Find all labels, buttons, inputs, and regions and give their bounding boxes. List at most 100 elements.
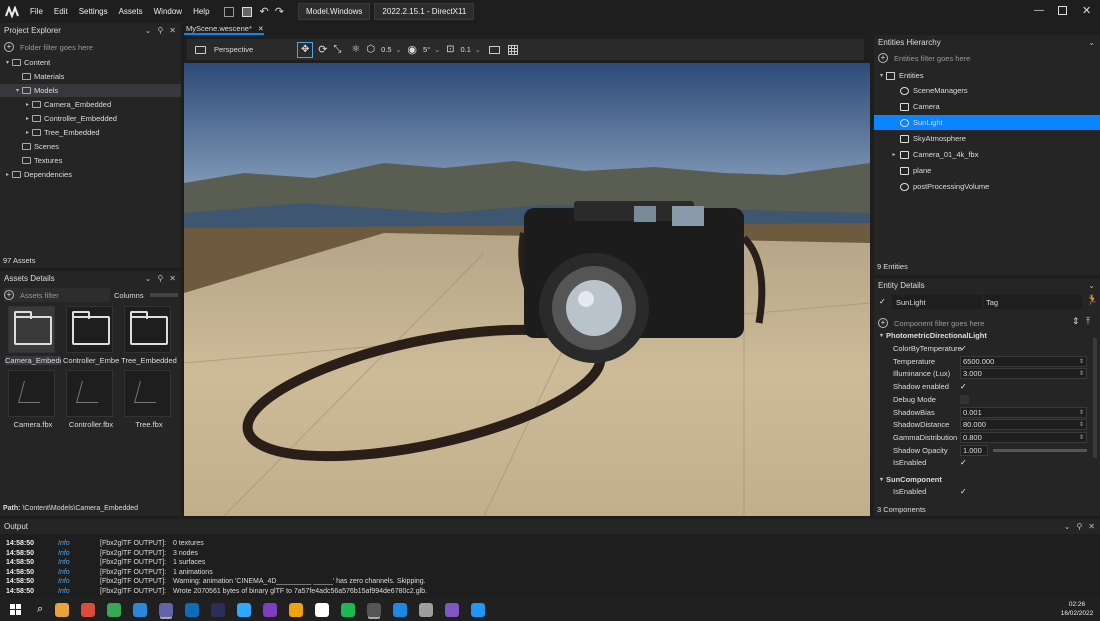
- chevron-down-icon[interactable]: ▾: [877, 476, 886, 483]
- chevron-down-icon[interactable]: ⌄: [145, 274, 152, 283]
- property-checkbox[interactable]: ✓: [960, 344, 969, 353]
- tree-item[interactable]: Scenes: [0, 140, 181, 153]
- scale-tool-icon[interactable]: ⤡: [333, 44, 341, 55]
- pin-icon[interactable]: ⚲: [1076, 522, 1082, 531]
- chevron-down-icon[interactable]: ⌄: [1088, 281, 1095, 290]
- assets-filter-input[interactable]: Assets filter: [20, 291, 59, 300]
- property-value-input[interactable]: 3.000 ⇕: [960, 368, 1087, 380]
- runner-icon[interactable]: 🏃: [1086, 295, 1098, 306]
- menu-edit[interactable]: Edit: [54, 7, 68, 16]
- component-filter[interactable]: + Component filter goes here: [878, 316, 1068, 330]
- grid-icon[interactable]: [507, 44, 518, 55]
- entity-item[interactable]: SceneManagers: [874, 83, 1100, 98]
- expand-all-icon[interactable]: ⇕: [1072, 316, 1080, 327]
- taskbar-app-icon[interactable]: [55, 602, 70, 617]
- entities-root[interactable]: ▾ Entities: [874, 69, 1100, 82]
- close-icon[interactable]: ✕: [1088, 522, 1095, 531]
- entity-enabled-checkbox[interactable]: ✓: [879, 297, 886, 306]
- grid-snap-value[interactable]: 0.1: [460, 45, 470, 54]
- entity-item[interactable]: ▸ Camera_01_4k_fbx: [874, 147, 1100, 162]
- spinner-icon[interactable]: ⇕: [1079, 434, 1084, 441]
- windows-start-icon[interactable]: [10, 604, 21, 615]
- columns-button[interactable]: Columns: [114, 291, 144, 300]
- taskbar-app-icon[interactable]: [445, 602, 460, 617]
- entities-filter[interactable]: + Entities filter goes here: [878, 51, 1096, 65]
- add-icon[interactable]: +: [4, 42, 14, 52]
- rotate-snap-value[interactable]: 5°: [423, 45, 430, 54]
- chevron-down-icon[interactable]: ⌄: [1088, 38, 1095, 47]
- save-all-icon[interactable]: [241, 6, 252, 17]
- entity-item[interactable]: SkyAtmosphere: [874, 131, 1100, 146]
- chevron-down-icon[interactable]: ⌄: [475, 46, 481, 54]
- menu-help[interactable]: Help: [193, 7, 209, 16]
- scene-tab[interactable]: MyScene.wescene* ✕: [184, 24, 264, 35]
- rotate-snap-icon[interactable]: ◉: [407, 43, 417, 56]
- camera-icon[interactable]: [195, 45, 206, 54]
- asset-thumbnail[interactable]: [66, 306, 113, 353]
- taskbar-app-icon[interactable]: [315, 602, 330, 617]
- tree-item[interactable]: ▸ Camera_Embedded: [0, 98, 181, 111]
- asset-thumbnail[interactable]: [8, 370, 55, 417]
- entity-item[interactable]: plane: [874, 163, 1100, 178]
- taskbar-app-icon[interactable]: [289, 602, 304, 617]
- property-checkbox[interactable]: ✓: [960, 458, 969, 467]
- folder-filter[interactable]: + Folder filter goes here: [4, 40, 176, 54]
- tree-item[interactable]: Materials: [0, 70, 181, 83]
- property-checkbox[interactable]: [960, 394, 969, 404]
- menu-window[interactable]: Window: [154, 7, 182, 16]
- taskbar-app-icon[interactable]: [263, 602, 278, 617]
- chevron-right-icon[interactable]: ▸: [888, 151, 900, 158]
- redo-icon[interactable]: ↷: [275, 5, 284, 18]
- menu-assets[interactable]: Assets: [119, 7, 143, 16]
- menu-file[interactable]: File: [30, 7, 43, 16]
- tree-item[interactable]: ▸ Tree_Embedded: [0, 126, 181, 139]
- pin-icon[interactable]: ⚲: [157, 274, 163, 283]
- entity-item[interactable]: Camera: [874, 99, 1100, 114]
- chevron-right-icon[interactable]: ▸: [23, 101, 32, 108]
- entities-filter-input[interactable]: Entities filter goes here: [894, 54, 970, 63]
- chevron-right-icon[interactable]: ▸: [23, 129, 32, 136]
- transform-space-icon[interactable]: ⚛: [351, 44, 360, 55]
- grid-snap-icon[interactable]: ⊡: [446, 44, 454, 55]
- add-icon[interactable]: +: [4, 290, 14, 300]
- taskbar-app-icon[interactable]: [341, 602, 356, 617]
- folder-filter-input[interactable]: Folder filter goes here: [20, 43, 93, 52]
- collapse-all-icon[interactable]: ⤒: [1086, 316, 1090, 327]
- chevron-down-icon[interactable]: ▾: [877, 72, 886, 79]
- pin-icon[interactable]: ⚲: [157, 26, 163, 35]
- taskbar-app-icon[interactable]: [81, 602, 96, 617]
- spinner-icon[interactable]: ⇕: [1079, 370, 1084, 377]
- scale-snap-value[interactable]: 0.5: [381, 45, 391, 54]
- chevron-down-icon[interactable]: ▾: [877, 332, 886, 339]
- chevron-down-icon[interactable]: ⌄: [434, 46, 440, 54]
- asset-thumbnail[interactable]: [124, 306, 171, 353]
- taskbar-app-icon[interactable]: [107, 602, 122, 617]
- taskbar-app-icon[interactable]: [159, 602, 174, 617]
- taskbar-app-icon[interactable]: [211, 602, 226, 617]
- scene-viewport[interactable]: [184, 63, 870, 516]
- tree-item[interactable]: ▾ Models: [0, 84, 181, 97]
- tree-item[interactable]: ▸ Dependencies: [0, 168, 181, 181]
- rotate-tool-icon[interactable]: ⟳: [318, 43, 327, 56]
- property-checkbox[interactable]: ✓: [960, 487, 969, 496]
- tree-item[interactable]: ▾ Content: [0, 56, 181, 69]
- save-icon[interactable]: [223, 6, 234, 17]
- spinner-icon[interactable]: ⇕: [1079, 358, 1084, 365]
- taskbar-app-icon[interactable]: [393, 602, 408, 617]
- scale-snap-icon[interactable]: ⬡: [366, 44, 375, 55]
- tree-item[interactable]: Textures: [0, 154, 181, 167]
- chevron-right-icon[interactable]: ▸: [23, 115, 32, 122]
- profile-selector[interactable]: Model.Windows: [297, 3, 371, 20]
- add-icon[interactable]: +: [878, 318, 888, 328]
- video-camera-icon[interactable]: [488, 45, 500, 54]
- opacity-slider[interactable]: [993, 448, 1087, 452]
- taskbar-app-icon[interactable]: [237, 602, 252, 617]
- asset-thumbnail[interactable]: [124, 370, 171, 417]
- add-icon[interactable]: +: [878, 53, 888, 63]
- taskbar-app-icon[interactable]: [133, 602, 148, 617]
- chevron-down-icon[interactable]: ▾: [13, 87, 22, 94]
- chevron-down-icon[interactable]: ⌄: [145, 26, 152, 35]
- property-value-input[interactable]: 6500.000 ⇕: [960, 355, 1087, 367]
- chevron-down-icon[interactable]: ⌄: [396, 46, 402, 54]
- property-value-input[interactable]: 0.001 ⇕: [960, 406, 1087, 418]
